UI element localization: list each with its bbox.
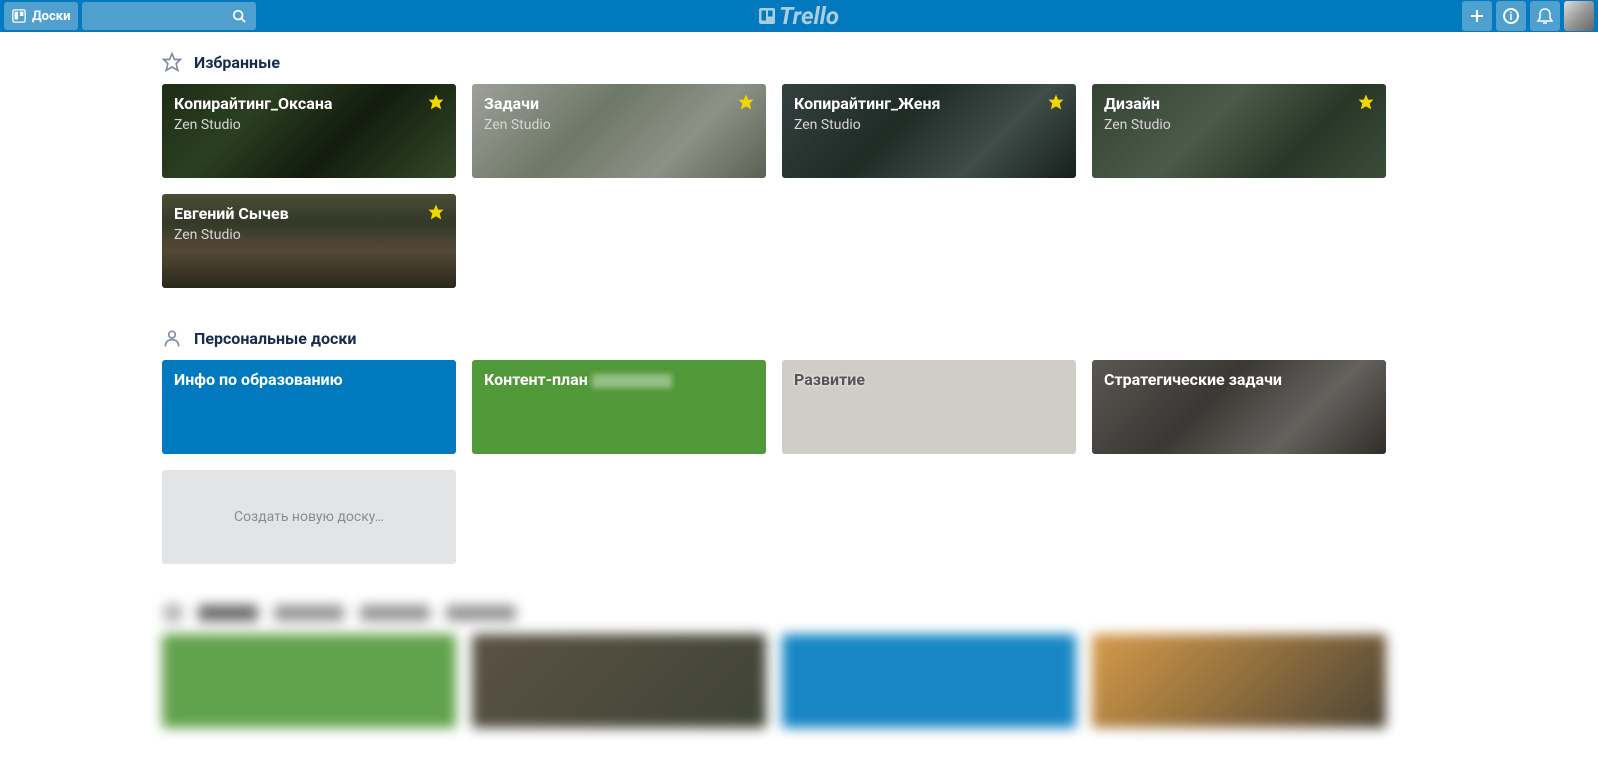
star-button[interactable] bbox=[428, 204, 444, 224]
boards-button-label: Доски bbox=[32, 9, 70, 24]
board-team: Zen Studio bbox=[1104, 117, 1374, 133]
star-button[interactable] bbox=[428, 94, 444, 114]
app-header: Доски Trello i bbox=[0, 0, 1598, 32]
board-title: Инфо по образованию bbox=[174, 370, 444, 389]
board-title: Копирайтинг_Оксана bbox=[174, 94, 444, 113]
trello-logo-icon bbox=[759, 8, 775, 24]
search-input[interactable] bbox=[82, 2, 256, 30]
board-title: Евгений Сычев bbox=[174, 204, 444, 223]
trello-icon bbox=[12, 9, 26, 23]
bell-icon bbox=[1536, 7, 1554, 25]
starred-boards-grid: Копирайтинг_Оксана Zen Studio Задачи Zen… bbox=[162, 84, 1598, 288]
board-tile[interactable]: Евгений Сычев Zen Studio bbox=[162, 194, 456, 288]
board-title: Копирайтинг_Женя bbox=[794, 94, 1064, 113]
info-icon: i bbox=[1502, 7, 1520, 25]
board-tile[interactable]: Инфо по образованию bbox=[162, 360, 456, 454]
starred-section-header: Избранные bbox=[162, 52, 1598, 72]
board-title: Дизайн bbox=[1104, 94, 1374, 113]
header-left: Доски bbox=[4, 2, 256, 30]
board-team: Zen Studio bbox=[484, 117, 754, 133]
user-avatar[interactable] bbox=[1564, 1, 1594, 31]
boards-button[interactable]: Доски bbox=[4, 2, 78, 30]
plus-icon bbox=[1468, 7, 1486, 25]
trello-logo[interactable]: Trello bbox=[759, 2, 839, 30]
board-title: Развитие bbox=[794, 370, 1064, 389]
board-tile[interactable]: Копирайтинг_Женя Zen Studio bbox=[782, 84, 1076, 178]
header-right: i bbox=[1462, 1, 1594, 31]
board-team: Zen Studio bbox=[174, 227, 444, 243]
blurred-team-section bbox=[162, 604, 1598, 728]
board-tile[interactable]: Стратегические задачи bbox=[1092, 360, 1386, 454]
star-button[interactable] bbox=[1358, 94, 1374, 114]
starred-section-title: Избранные bbox=[194, 53, 280, 72]
board-tile[interactable]: Задачи Zen Studio bbox=[472, 84, 766, 178]
create-board-tile[interactable]: Создать новую доску… bbox=[162, 470, 456, 564]
info-button[interactable]: i bbox=[1496, 1, 1526, 31]
trello-logo-text: Trello bbox=[779, 2, 839, 30]
create-button[interactable] bbox=[1462, 1, 1492, 31]
board-team: Zen Studio bbox=[794, 117, 1064, 133]
personal-section-title: Персональные доски bbox=[194, 329, 356, 348]
create-board-label: Создать новую доску… bbox=[234, 509, 384, 525]
board-tile[interactable]: Копирайтинг_Оксана Zen Studio bbox=[162, 84, 456, 178]
personal-section-header: Персональные доски bbox=[162, 328, 1598, 348]
personal-boards-grid: Инфо по образованию Контент-план Развити… bbox=[162, 360, 1598, 564]
board-tile[interactable]: Дизайн Zen Studio bbox=[1092, 84, 1386, 178]
board-title: Стратегические задачи bbox=[1104, 370, 1374, 389]
star-button[interactable] bbox=[738, 94, 754, 114]
notifications-button[interactable] bbox=[1530, 1, 1560, 31]
svg-text:i: i bbox=[1510, 10, 1513, 23]
star-button[interactable] bbox=[1048, 94, 1064, 114]
board-tile[interactable]: Контент-план bbox=[472, 360, 766, 454]
star-icon bbox=[162, 52, 182, 72]
board-tile[interactable]: Развитие bbox=[782, 360, 1076, 454]
search-icon bbox=[232, 9, 246, 23]
person-icon bbox=[162, 328, 182, 348]
board-title: Задачи bbox=[484, 94, 754, 113]
board-team: Zen Studio bbox=[174, 117, 444, 133]
main-content: Избранные Копирайтинг_Оксана Zen Studio … bbox=[0, 32, 1598, 768]
board-title: Контент-план bbox=[484, 370, 754, 389]
